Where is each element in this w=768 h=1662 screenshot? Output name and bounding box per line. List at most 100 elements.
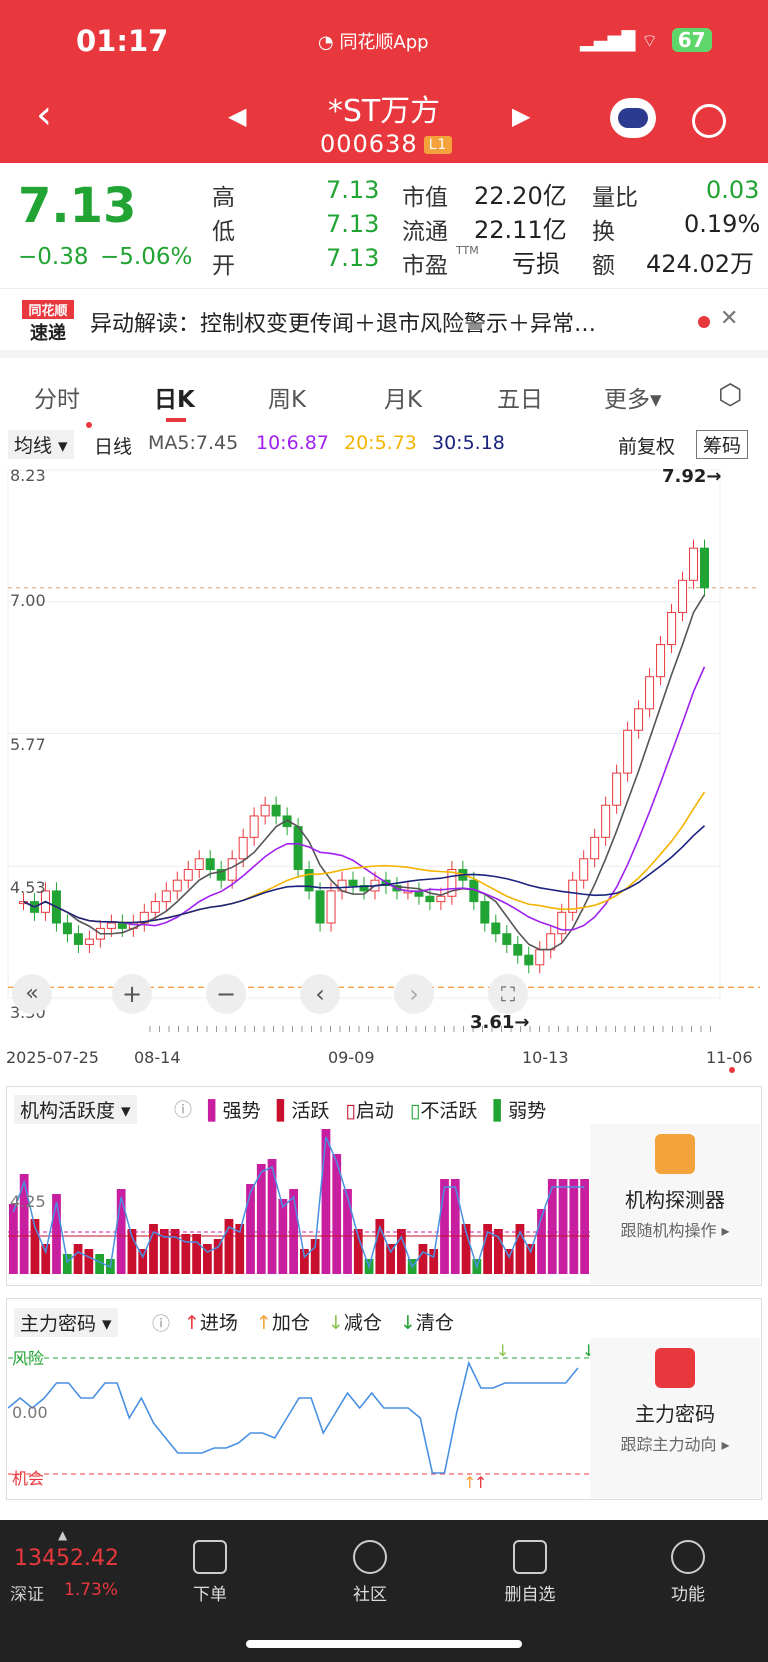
candle bbox=[238, 836, 248, 860]
vol-ratio-label: 量比 bbox=[592, 185, 638, 211]
tab-more[interactable]: 更多▾ bbox=[604, 380, 662, 414]
plot-frame bbox=[7, 469, 721, 999]
low-marker: 3.61→ bbox=[470, 1012, 530, 1033]
inst-detector-card[interactable]: 机构探测器 跟随机构操作 ▸ bbox=[590, 1124, 760, 1284]
tab-five-day[interactable]: 五日 bbox=[497, 380, 543, 414]
tab-monthly-k[interactable]: 月K bbox=[384, 380, 422, 414]
menu-icon bbox=[671, 1540, 705, 1574]
nav-remove-watch[interactable]: 删自选 bbox=[490, 1540, 570, 1605]
order-doc-icon bbox=[193, 1540, 227, 1574]
activity-bar bbox=[418, 1244, 428, 1274]
ma10-label: 10:6.87 bbox=[256, 432, 329, 454]
news-headline[interactable]: 异动解读：控制权变更传闻＋退市风险警示＋异常… bbox=[90, 306, 670, 338]
tab-dot bbox=[86, 422, 92, 428]
ma30-label: 30:5.18 bbox=[432, 432, 505, 454]
settings-hex-icon[interactable]: ⬡ bbox=[718, 378, 742, 411]
activity-bar bbox=[558, 1179, 568, 1274]
inst-selector[interactable]: 机构活跃度 ▾ bbox=[14, 1095, 137, 1124]
x-tick-3: 09-09 bbox=[328, 1048, 375, 1067]
main-selector[interactable]: 主力密码 ▾ bbox=[14, 1308, 118, 1337]
y-tick-2: 7.00 bbox=[10, 591, 46, 610]
candle bbox=[634, 708, 644, 731]
candle bbox=[513, 943, 523, 956]
candle bbox=[293, 826, 303, 870]
x-tick-2: 08-14 bbox=[134, 1048, 181, 1067]
rewind-button[interactable]: « bbox=[12, 974, 52, 1014]
candle bbox=[689, 547, 699, 581]
zoom-out-button[interactable]: − bbox=[206, 974, 246, 1014]
activity-bar bbox=[213, 1239, 223, 1274]
candle bbox=[645, 676, 655, 710]
robot-assistant-icon[interactable] bbox=[610, 98, 656, 138]
candle bbox=[524, 954, 534, 966]
tab-weekly-k[interactable]: 周K bbox=[268, 380, 306, 414]
candle bbox=[227, 858, 237, 881]
float-label: 流通 bbox=[402, 219, 448, 245]
activity-bar bbox=[569, 1179, 579, 1274]
active-tab-underline bbox=[166, 418, 186, 422]
activity-bar bbox=[440, 1179, 449, 1274]
activity-bar bbox=[300, 1249, 309, 1274]
activity-bar bbox=[450, 1179, 460, 1274]
ma-selector[interactable]: 均线 ▾ bbox=[8, 430, 74, 459]
fullscreen-button[interactable]: ⛶ bbox=[488, 974, 528, 1014]
nav-functions[interactable]: 功能 bbox=[648, 1540, 728, 1605]
mcap-label: 市值 bbox=[402, 185, 448, 211]
risk-label: 风险 bbox=[12, 1349, 45, 1368]
remove-watch-icon bbox=[513, 1540, 547, 1574]
status-icons: ▂▄▆█ ⌔ 67 bbox=[580, 28, 712, 53]
candle bbox=[62, 922, 72, 935]
pe-ttm-tag: TTM bbox=[456, 244, 479, 257]
activity-bar bbox=[547, 1179, 557, 1274]
x-tick-1: 2025-07-25 bbox=[6, 1048, 99, 1067]
community-icon bbox=[353, 1540, 387, 1574]
open-label: 开 bbox=[212, 253, 235, 279]
turnover-label: 换 bbox=[592, 219, 615, 245]
help-icon-2[interactable]: ⓘ bbox=[152, 1310, 170, 1336]
nav-community[interactable]: 社区 bbox=[330, 1540, 410, 1605]
lock-icon bbox=[655, 1348, 695, 1388]
y-tick-4: 4.53 bbox=[10, 878, 46, 897]
amount-value: 424.02万 bbox=[646, 250, 754, 278]
status-time: 01:17 bbox=[76, 24, 169, 58]
pe-label: 市盈 bbox=[402, 253, 448, 279]
close-icon[interactable]: ✕ bbox=[720, 306, 738, 331]
chips-button[interactable]: 筹码 bbox=[696, 430, 749, 459]
activity-bar bbox=[62, 1254, 72, 1274]
scroll-right-button[interactable]: › bbox=[394, 974, 434, 1014]
candle bbox=[678, 579, 688, 613]
candle bbox=[590, 836, 600, 860]
candle bbox=[656, 644, 666, 678]
float-value: 22.11亿 bbox=[474, 216, 567, 244]
zoom-in-button[interactable]: + bbox=[112, 974, 152, 1014]
search-icon[interactable] bbox=[692, 104, 726, 138]
scroll-left-button[interactable]: ‹ bbox=[300, 974, 340, 1014]
tab-daily-k[interactable]: 日K bbox=[154, 380, 195, 414]
next-stock-button[interactable]: ▶ bbox=[512, 102, 530, 130]
today-dot bbox=[729, 1067, 735, 1073]
activity-bar bbox=[84, 1249, 94, 1274]
home-indicator bbox=[246, 1640, 522, 1648]
candle bbox=[183, 868, 193, 881]
price-change: −0.38 bbox=[18, 244, 89, 270]
y-tick-1: 8.23 bbox=[10, 466, 46, 485]
turnover-value: 0.19% bbox=[684, 210, 761, 238]
candle bbox=[601, 804, 611, 838]
candle bbox=[348, 879, 358, 887]
nav-order[interactable]: 下单 bbox=[170, 1540, 250, 1605]
ma5-label: MA5:7.45 bbox=[148, 432, 239, 454]
candle bbox=[623, 729, 633, 774]
help-icon[interactable]: ⓘ bbox=[174, 1096, 192, 1122]
activity-bar bbox=[580, 1179, 589, 1274]
signal-icon: ▂▄▆█ bbox=[580, 31, 636, 52]
index-pct: 1.73% bbox=[64, 1580, 119, 1600]
main-force-chart: ↑↑↓ ↓ bbox=[8, 1341, 590, 1492]
open-value: 7.13 bbox=[326, 244, 380, 272]
candle bbox=[337, 879, 347, 892]
tab-timeshare[interactable]: 分时 bbox=[34, 380, 80, 414]
main-force-card[interactable]: 主力密码 跟踪主力动向 ▸ bbox=[590, 1338, 760, 1498]
news-brand-logo: 同花顺 速递 bbox=[22, 300, 74, 344]
index-value[interactable]: 13452.42 bbox=[14, 1546, 119, 1571]
adjust-label[interactable]: 前复权 bbox=[618, 432, 675, 459]
activity-bar bbox=[246, 1184, 255, 1274]
